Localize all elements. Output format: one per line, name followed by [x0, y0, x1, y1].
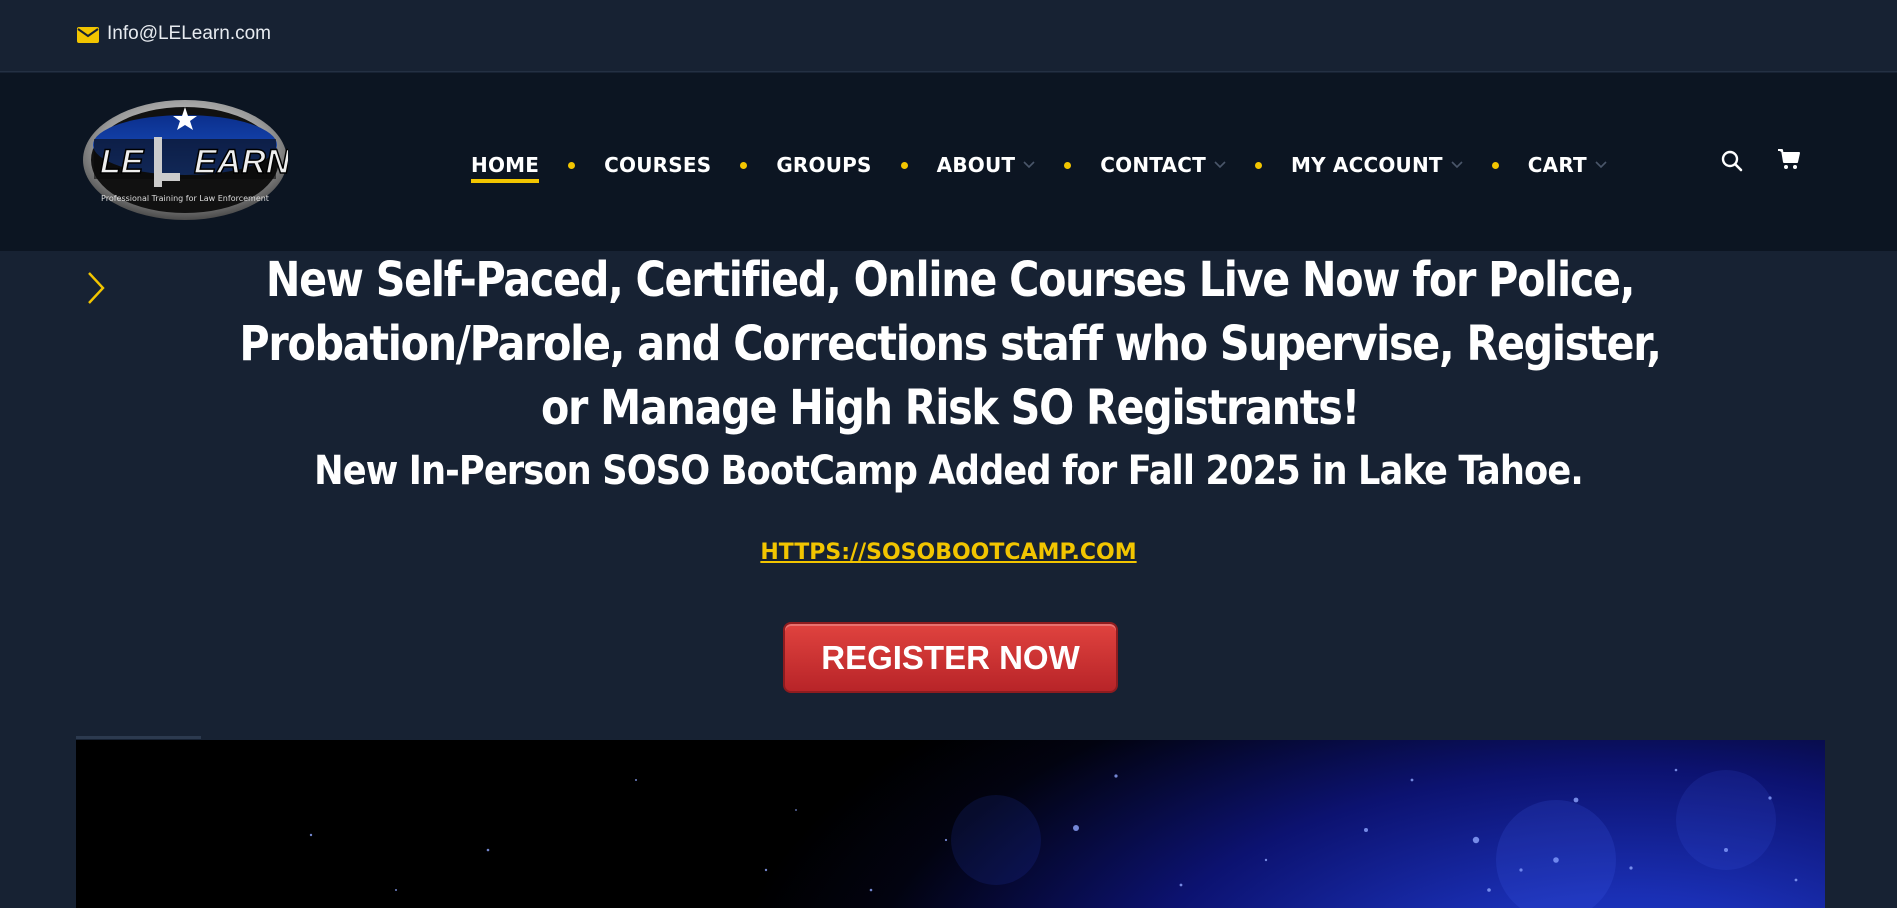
nav-item-home[interactable]: HOME: [471, 147, 540, 183]
hero-subhead: New In-Person SOSO BootCamp Added for Fa…: [314, 448, 1584, 494]
svg-text:Professional Training for Law: Professional Training for Law Enforcemen…: [101, 194, 269, 203]
contact-email[interactable]: Info@LELearn.com: [107, 23, 271, 45]
nav-label: ABOUT: [936, 153, 1016, 177]
nav-item-about[interactable]: ABOUT: [937, 147, 1036, 183]
hero-headline: New Self-Paced, Certified, Online Course…: [239, 252, 1661, 436]
site-logo[interactable]: LE EARN Professional Training for Law En…: [82, 99, 288, 221]
nav-separator: [568, 161, 576, 169]
nav-label: HOME: [471, 153, 540, 183]
register-now-button[interactable]: REGISTER NOW: [783, 622, 1118, 693]
bootcamp-link-wrapper: HTTPS://SOSOBOOTCAMP.COM: [0, 540, 1897, 565]
svg-text:LE: LE: [100, 143, 145, 181]
nav-item-contact[interactable]: CONTACT: [1100, 147, 1226, 183]
chevron-down-icon: [1023, 161, 1035, 169]
nav-label: COURSES: [604, 153, 712, 177]
nav-separator: [1491, 161, 1499, 169]
nav-separator: [900, 161, 908, 169]
bootcamp-link[interactable]: HTTPS://SOSOBOOTCAMP.COM: [760, 540, 1136, 565]
nav-item-cart[interactable]: CART: [1528, 147, 1607, 183]
nav-item-courses[interactable]: COURSES: [604, 147, 711, 183]
nav-separator: [1064, 161, 1072, 169]
search-icon[interactable]: [1721, 150, 1743, 172]
main-nav: HOME COURSES GROUPS ABOUT CONTACT MY ACC…: [471, 147, 1607, 183]
slider-progress-bar: [76, 736, 201, 739]
nav-item-groups[interactable]: GROUPS: [776, 147, 871, 183]
mail-icon: [77, 27, 99, 43]
chevron-down-icon: [1214, 161, 1226, 169]
nav-separator: [1254, 161, 1262, 169]
nav-label: CART: [1527, 153, 1587, 177]
chevron-right-icon: [88, 272, 105, 304]
nav-label: MY ACCOUNT: [1290, 153, 1443, 177]
hero-banner: [76, 740, 1825, 908]
starfield: [309, 768, 1798, 908]
top-bar: Info@LELearn.com: [0, 0, 1897, 72]
nav-label: CONTACT: [1100, 153, 1206, 177]
nav-separator: [740, 161, 748, 169]
site-header: LE EARN Professional Training for Law En…: [0, 73, 1897, 251]
chevron-down-icon: [1595, 161, 1607, 169]
cart-icon[interactable]: [1777, 148, 1801, 170]
svg-text:EARN: EARN: [194, 143, 288, 181]
chevron-down-icon: [1451, 161, 1463, 169]
nav-label: GROUPS: [776, 153, 872, 177]
nav-item-my-account[interactable]: MY ACCOUNT: [1291, 147, 1463, 183]
